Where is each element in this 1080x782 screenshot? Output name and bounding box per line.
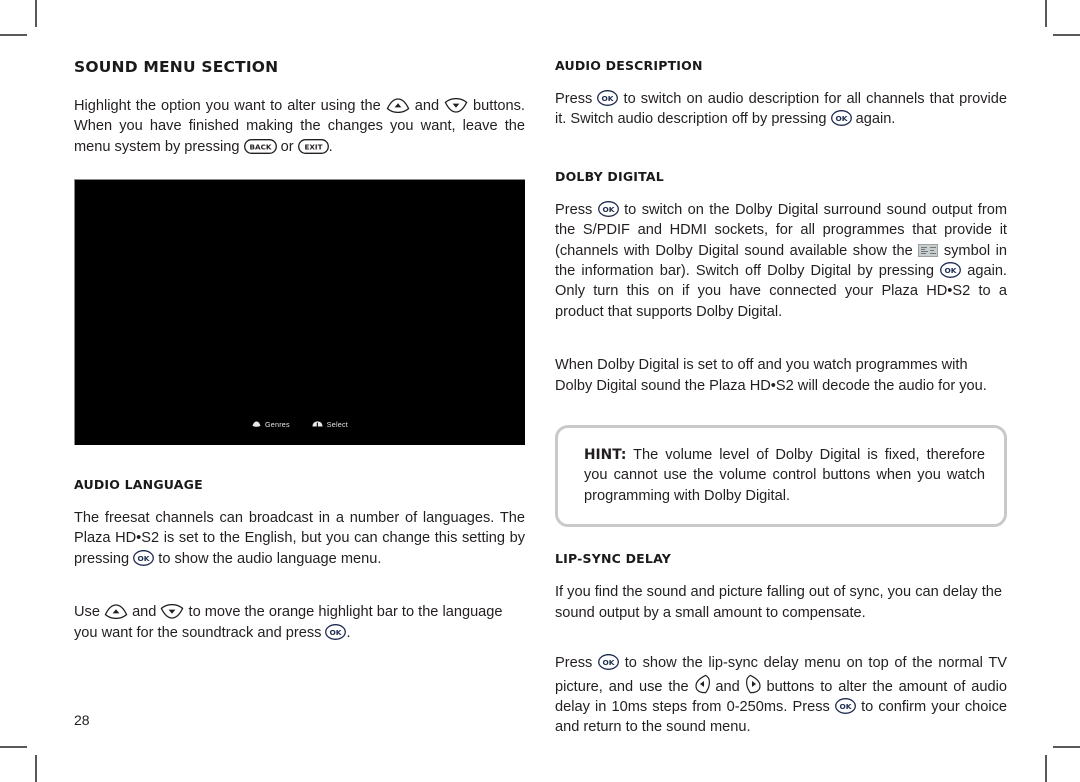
dolby-digital-paragraph-1: Press OK to switch on the Dolby Digital … xyxy=(555,200,1007,322)
back-button-icon: BACK xyxy=(243,138,277,154)
exit-button-icon: EXIT xyxy=(297,138,329,154)
ad-text-c: again. xyxy=(851,111,896,128)
lip-sync-paragraph-2: Press OK to show the lip-sync delay menu… xyxy=(555,653,1007,738)
down-arrow-button-icon xyxy=(444,98,468,113)
crop-mark-bottom-right-horizontal xyxy=(1053,746,1080,748)
svg-text:OK: OK xyxy=(138,554,150,563)
ok-button-icon: OK xyxy=(598,654,619,671)
al-p2-text-d: . xyxy=(346,624,351,641)
dolby-digital-paragraph-2: When Dolby Digital is set to off and you… xyxy=(555,357,987,394)
page-number: 28 xyxy=(74,712,90,728)
audio-language-paragraph-2: Use and to move the orange highlight bar… xyxy=(74,602,525,643)
ok-button-icon: OK xyxy=(597,90,619,106)
hint-box: HINT: The volume level of Dolby Digital … xyxy=(555,425,1007,528)
svg-text:EXIT: EXIT xyxy=(304,142,322,151)
audio-language-block: AUDIO LANGUAGE The freesat channels can … xyxy=(74,477,525,643)
right-column: AUDIO DESCRIPTION Press OK to switch on … xyxy=(555,58,1007,738)
ok-button-icon: OK xyxy=(830,110,852,127)
crop-mark-top-right-horizontal xyxy=(1053,34,1080,36)
al-p2-text-a: Use xyxy=(74,604,105,621)
osd-label-genres: Genres xyxy=(265,420,290,429)
osd-item-select: Select xyxy=(312,420,348,429)
svg-text:OK: OK xyxy=(602,94,614,103)
svg-text:OK: OK xyxy=(330,628,342,637)
tv-osd-bar: Genres Select xyxy=(75,420,525,429)
up-arrow-button-icon xyxy=(386,98,410,113)
dd-p1-text-a: Press xyxy=(555,201,598,218)
audio-description-paragraph: Press OK to switch on audio description … xyxy=(555,89,1007,130)
lip-sync-paragraph-1: If you find the sound and picture fallin… xyxy=(555,584,1003,621)
right-arrow-button-icon xyxy=(745,674,761,694)
lip-sync-delay-heading: LIP-SYNC DELAY xyxy=(555,551,671,567)
crop-mark-bottom-left-vertical xyxy=(35,755,37,782)
osd-label-select: Select xyxy=(326,420,348,429)
al-p1-text-b: to show the audio language menu. xyxy=(154,550,382,567)
al-p2-text-b: and xyxy=(128,604,161,621)
hint-text: HINT: The volume level of Dolby Digital … xyxy=(584,445,985,506)
dolby-digital-heading: DOLBY DIGITAL xyxy=(555,168,664,184)
crop-mark-bottom-right-vertical xyxy=(1045,755,1047,782)
left-column: SOUND MENU SECTION Highlight the option … xyxy=(74,58,525,174)
ad-text-b: to switch on audio description for all c… xyxy=(555,91,1007,128)
audio-language-paragraph-1: The freesat channels can broadcast in a … xyxy=(74,508,525,569)
svg-text:BACK: BACK xyxy=(249,142,271,151)
svg-text:OK: OK xyxy=(603,658,615,667)
svg-text:OK: OK xyxy=(839,702,851,711)
svg-text:OK: OK xyxy=(602,205,614,214)
osd-item-genres: Genres xyxy=(252,420,290,429)
ok-button-icon: OK xyxy=(133,549,155,566)
ok-button-icon: OK xyxy=(325,623,347,640)
ls-p2-text-c: and xyxy=(709,678,746,695)
intro-paragraph: Highlight the option you want to alter u… xyxy=(74,96,525,157)
svg-text:OK: OK xyxy=(945,266,957,275)
left-arrow-button-icon xyxy=(694,674,710,694)
dolby-digital-symbol-icon xyxy=(918,243,939,257)
crop-mark-bottom-left-horizontal xyxy=(0,746,27,748)
ls-p2-text-a: Press xyxy=(555,655,599,672)
ok-button-icon: OK xyxy=(940,262,962,278)
hint-label: HINT: xyxy=(584,447,627,464)
manual-page: SOUND MENU SECTION Highlight the option … xyxy=(0,0,1080,782)
audio-description-heading: AUDIO DESCRIPTION xyxy=(555,58,703,73)
up-down-button-icon xyxy=(252,420,261,429)
ok-button-icon: OK xyxy=(835,697,856,714)
crop-mark-top-left-vertical xyxy=(35,0,37,27)
hint-body: The volume level of Dolby Digital is fix… xyxy=(584,447,985,504)
intro-text-1: Highlight the option you want to alter u… xyxy=(74,98,386,114)
audio-language-heading: AUDIO LANGUAGE xyxy=(74,477,203,492)
svg-text:OK: OK xyxy=(835,114,847,123)
page-title: SOUND MENU SECTION xyxy=(74,58,279,76)
up-arrow-button-icon xyxy=(104,604,128,620)
down-arrow-button-icon xyxy=(160,604,184,619)
ok-button-icon xyxy=(312,420,323,429)
ok-button-icon: OK xyxy=(597,200,619,217)
intro-text-5: . xyxy=(328,138,333,155)
ad-text-a: Press xyxy=(555,91,598,107)
intro-text-2: and xyxy=(409,98,445,114)
intro-text-4: or xyxy=(276,138,298,155)
crop-mark-top-left-horizontal xyxy=(0,34,27,36)
crop-mark-top-right-vertical xyxy=(1045,0,1047,27)
tv-screenshot-image: Genres Select xyxy=(74,179,525,445)
